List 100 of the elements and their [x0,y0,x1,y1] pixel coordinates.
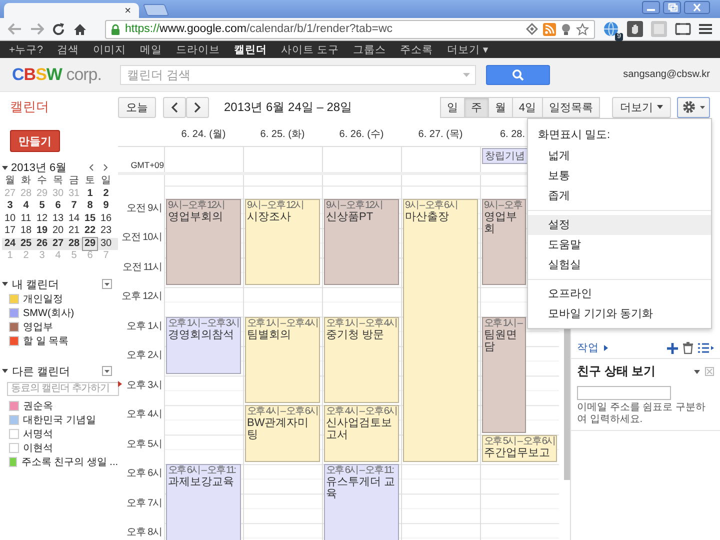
tab-close-button[interactable]: × [122,4,133,16]
calendar-event[interactable]: 오후 1시 – 오후 4시 중기청 방문 [324,316,399,404]
google-bar-link[interactable]: 캘린더 [234,42,267,56]
calendar-name[interactable]: 대한민국 기념일 [23,412,96,426]
calendar-event[interactable]: 9시 – 오후 영업부회 [482,198,526,286]
date-cell[interactable]: 14 [66,212,82,225]
caret-icon[interactable] [694,370,700,374]
view-button[interactable]: 주 [464,96,489,118]
menu-item[interactable]: 도움말 [528,235,711,255]
google-bar-link[interactable]: 사이트 도구 [280,42,339,56]
calendar-name[interactable]: 이현석 [23,440,53,454]
calendar-color-swatch[interactable] [9,442,19,452]
fullscreen-icon[interactable] [675,22,691,36]
date-cell[interactable]: 18 [18,225,34,238]
diamond-icon[interactable] [526,23,538,35]
url-field[interactable]: https://www.google.com/calendar/b/1/render?tab=wc [105,20,595,38]
google-bar-link[interactable]: 검색 [56,42,79,56]
day-header[interactable]: 6. 27. (목) [418,129,463,140]
day-header[interactable]: 6. 24. (월) [181,129,226,140]
menu-item[interactable]: 오프라인 [528,284,711,304]
view-button[interactable]: 월 [488,96,513,118]
date-cell[interactable]: 29 [82,236,98,251]
date-cell[interactable]: 27 [50,238,66,250]
calendar-event[interactable]: 오후 1시 – 오후 4시 팀별회의 [245,316,320,404]
view-button[interactable]: 일 [440,96,465,118]
add-calendar-field[interactable]: 동료의 캘린더 추가하기 [7,382,119,396]
date-cell[interactable]: 2 [98,188,114,200]
add-icon[interactable] [667,342,678,354]
search-button[interactable] [486,64,550,84]
menu-item[interactable]: 설정 [528,215,711,235]
date-cell[interactable]: 22 [82,225,98,238]
calendar-color-swatch[interactable] [9,414,19,424]
hand-icon[interactable] [627,21,643,37]
home-icon[interactable] [73,22,87,36]
date-cell[interactable]: 5 [34,200,50,212]
close-icon[interactable] [684,1,710,14]
date-cell[interactable]: 11 [18,212,34,225]
section-title[interactable]: 내 캘린더 [12,276,60,292]
date-cell[interactable]: 9 [98,200,114,212]
calendar-event[interactable]: 오후 5시 – 오후 6시 주간업무보고 [482,434,557,462]
date-cell[interactable]: 26 [34,238,50,250]
calendar-color-swatch[interactable] [9,294,19,304]
calendar-event[interactable]: 오후 1시 – 오후 3시 경영회의참석 [166,316,241,374]
date-cell[interactable]: 12 [34,212,50,225]
day-header[interactable]: 6. 25. (화) [260,129,305,140]
calendar-color-swatch[interactable] [9,456,18,466]
date-cell[interactable]: 28 [66,238,82,250]
next-month-icon[interactable] [103,164,108,171]
bulb-icon[interactable] [561,22,571,36]
minimize-icon[interactable] [642,1,660,14]
date-cell[interactable]: 15 [82,212,98,225]
google-bar-link[interactable]: 더보기 ▾ [446,42,488,56]
date-cell[interactable]: 30 [98,238,114,250]
calendar-color-swatch[interactable] [9,322,19,332]
calendar-name[interactable]: 권순옥 [23,398,53,412]
calendar-event[interactable]: 오후 4시 – 오후 6시 BW관계자미팅 [245,405,320,462]
view-button[interactable]: 일정목록 [542,96,600,118]
google-bar-link[interactable]: 이미지 [92,42,126,56]
restore-icon[interactable] [663,1,681,14]
view-button[interactable]: 4일 [512,96,543,118]
date-cell[interactable]: 23 [98,225,114,238]
search-field[interactable]: 캘린더 검색 [120,64,476,84]
calendar-name[interactable]: 개인일정 [23,292,63,306]
date-cell[interactable]: 25 [18,238,34,250]
calendar-name[interactable]: SMW(회사) [23,306,74,320]
browser-tab[interactable]: × [4,3,139,18]
calendar-event[interactable]: 9시 – 오후 12시 신상품PT [324,198,399,286]
calendar-event[interactable]: 오후 4시 – 오후 6시 신사업검토보고서 [324,405,399,462]
menu-item[interactable]: 보통 [528,166,711,186]
calendar-name[interactable]: 할 일 목록 [23,334,69,348]
day-header[interactable]: 6. 26. (수) [339,129,384,140]
calendar-event[interactable]: 오후 6시 – 오후 11: 유스투게더 교육 [324,464,399,540]
calendar-color-swatch[interactable] [9,428,19,438]
google-bar-link[interactable]: 주소록 [400,42,433,56]
calendar-name[interactable]: 서명석 [23,426,53,440]
next-button[interactable] [186,96,209,118]
star-icon[interactable] [576,22,589,36]
tasks-link[interactable]: 작업 [577,341,599,355]
today-button[interactable]: 오늘 [118,96,156,118]
dropdown-icon[interactable] [102,366,112,376]
date-cell[interactable]: 13 [50,212,66,225]
calendar-name[interactable]: 주소록 친구의 생일 ... [21,454,118,468]
menu-item[interactable]: 좁게 [528,186,711,206]
collapse-icon[interactable] [2,282,8,286]
date-cell[interactable]: 24 [2,238,18,250]
calendar-color-swatch[interactable] [9,336,19,346]
collapse-icon[interactable] [2,369,8,373]
google-bar-link[interactable]: 메일 [140,42,162,56]
date-cell[interactable]: 21 [66,225,82,238]
dropdown-icon[interactable] [102,279,112,289]
calendar-name[interactable]: 영업부 [23,320,53,334]
date-cell[interactable]: 8 [82,200,98,212]
date-cell[interactable]: 16 [98,212,114,225]
calendar-color-swatch[interactable] [9,308,19,318]
calendar-event[interactable]: 오후 6시 – 오후 11: 과제보강교육 [166,464,241,540]
previous-month-icon[interactable] [89,164,94,171]
google-bar-link[interactable]: 드라이브 [176,42,220,56]
email-field[interactable] [577,386,671,400]
create-button[interactable]: 만들기 [10,130,60,152]
more-button[interactable]: 더보기 [612,96,671,118]
